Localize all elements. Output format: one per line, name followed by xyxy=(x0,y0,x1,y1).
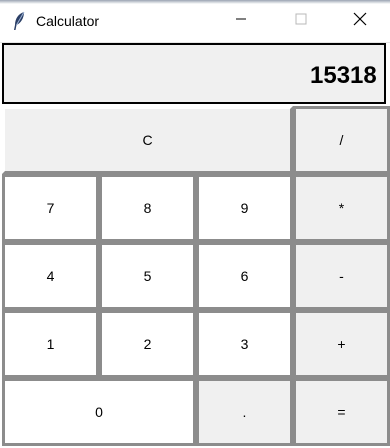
equals-button[interactable]: = xyxy=(293,378,390,446)
digit-4-button[interactable]: 4 xyxy=(2,242,99,310)
digit-1-button[interactable]: 1 xyxy=(2,310,99,378)
minimize-icon xyxy=(235,12,247,30)
digit-0-button[interactable]: 0 xyxy=(2,378,196,446)
digit-5-button[interactable]: 5 xyxy=(99,242,196,310)
close-button[interactable] xyxy=(337,0,383,42)
digit-8-button[interactable]: 8 xyxy=(99,174,196,242)
add-button[interactable]: + xyxy=(293,310,390,378)
minimize-button[interactable] xyxy=(218,0,264,42)
digit-6-button[interactable]: 6 xyxy=(196,242,293,310)
digit-9-button[interactable]: 9 xyxy=(196,174,293,242)
display-value: 15318 xyxy=(310,62,377,89)
maximize-button[interactable] xyxy=(278,0,324,42)
feather-icon xyxy=(12,11,26,31)
subtract-button[interactable]: - xyxy=(293,242,390,310)
window-title: Calculator xyxy=(36,13,100,29)
digit-7-button[interactable]: 7 xyxy=(2,174,99,242)
decimal-button[interactable]: . xyxy=(196,378,293,446)
title-bar[interactable]: Calculator xyxy=(0,0,390,43)
digit-2-button[interactable]: 2 xyxy=(99,310,196,378)
maximize-icon xyxy=(295,12,307,30)
clear-button[interactable]: C xyxy=(2,106,293,174)
background-window-edge xyxy=(0,0,390,4)
calculator-display: 15318 xyxy=(2,43,386,104)
multiply-button[interactable]: * xyxy=(293,174,390,242)
digit-3-button[interactable]: 3 xyxy=(196,310,293,378)
close-icon xyxy=(353,12,367,31)
divide-button[interactable]: / xyxy=(293,106,390,174)
